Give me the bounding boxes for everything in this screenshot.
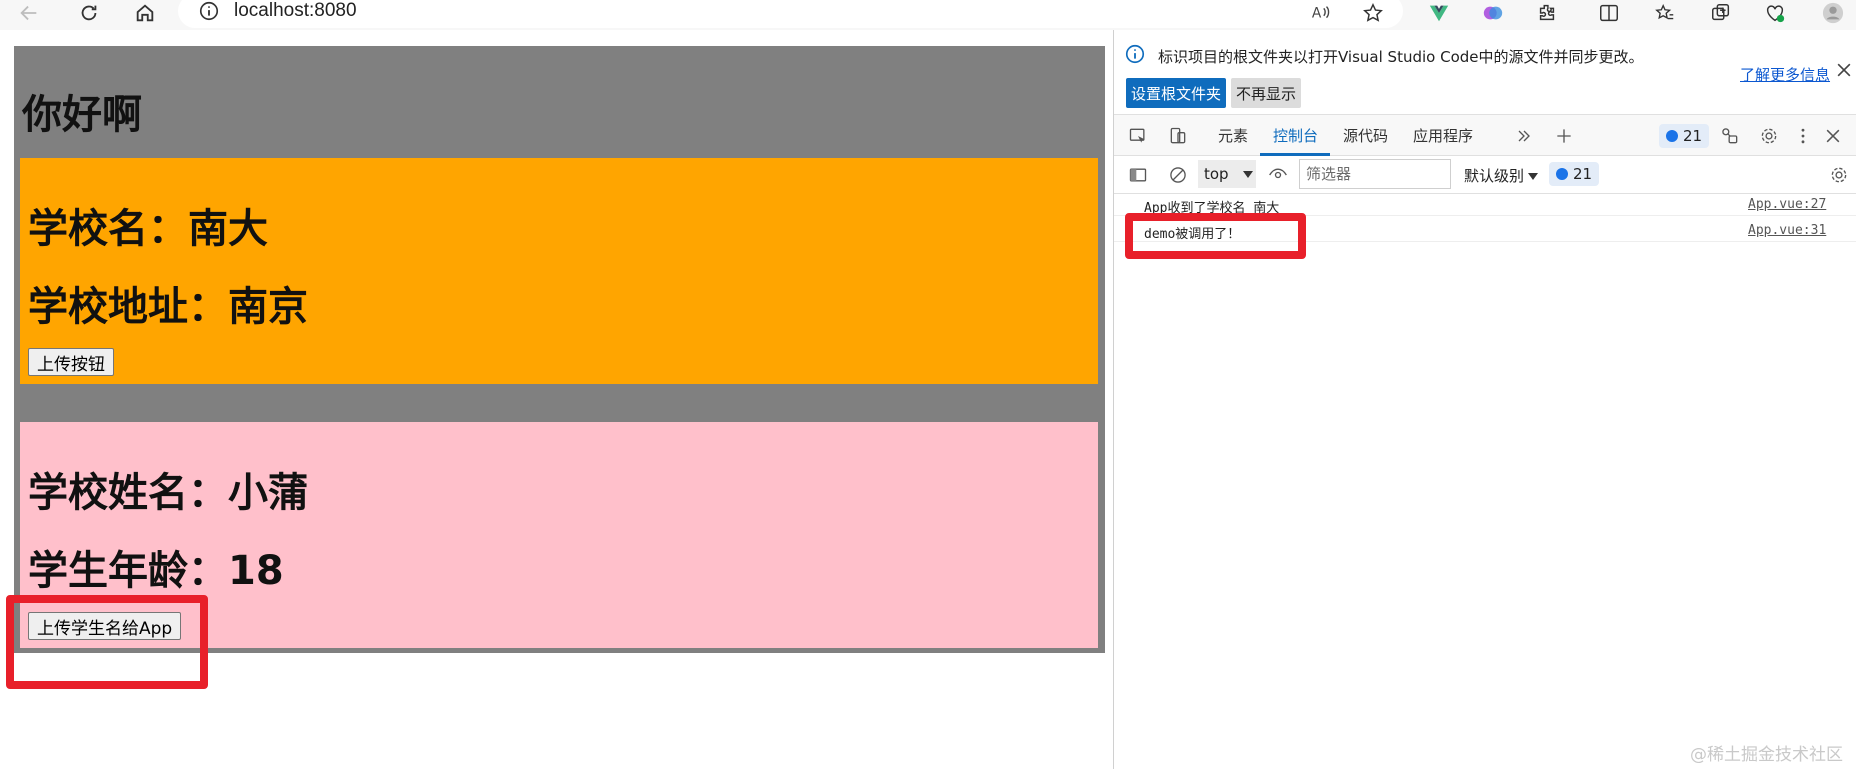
close-devtools-icon[interactable] (1821, 124, 1845, 148)
tab-application[interactable]: 应用程序 (1413, 125, 1473, 146)
tab-sources[interactable]: 源代码 (1343, 125, 1388, 146)
console-toolbar: top 默认级别 21 (1114, 156, 1856, 194)
devtools-info-bar: 标识项目的根文件夹以打开Visual Studio Code中的源文件并同步更改… (1114, 30, 1856, 114)
context-select[interactable]: top (1198, 160, 1256, 188)
close-icon[interactable] (1834, 60, 1854, 80)
split-screen-icon[interactable] (1594, 0, 1624, 26)
school-address: 学校地址：南京 (28, 284, 308, 330)
log-level-value: 默认级别 (1464, 167, 1525, 185)
more-options-icon[interactable] (1791, 124, 1815, 148)
app-root: 你好啊 学校名：南大 学校地址：南京 上传按钮 学校姓名：小蒲 学生年龄：18 … (14, 46, 1105, 653)
tab-console[interactable]: 控制台 (1273, 125, 1318, 146)
console-settings-icon[interactable] (1827, 163, 1851, 187)
log-source-link[interactable]: App.vue:31 (1748, 223, 1826, 238)
annotation-highlight-button (6, 595, 208, 689)
tab-elements[interactable]: 元素 (1218, 125, 1248, 146)
log-source-link[interactable]: App.vue:27 (1748, 197, 1826, 212)
settings-icon[interactable] (1757, 124, 1781, 148)
console-message-count-badge[interactable]: 21 (1549, 162, 1600, 186)
url-text[interactable]: localhost:8080 (234, 0, 357, 22)
filter-input[interactable] (1299, 159, 1451, 189)
student-name: 学校姓名：小蒲 (28, 470, 308, 516)
issues-badge[interactable]: 21 (1659, 124, 1710, 148)
address-bar[interactable]: localhost:8080 (178, 0, 1403, 28)
dont-show-again-button[interactable]: 不再显示 (1231, 78, 1302, 108)
set-root-folder-button[interactable]: 设置根文件夹 (1126, 78, 1227, 108)
extensions-icon[interactable] (1532, 0, 1562, 26)
copilot-icon[interactable] (1478, 0, 1508, 26)
more-tabs-icon[interactable] (1512, 124, 1536, 148)
info-icon[interactable] (198, 0, 220, 22)
student-age: 学生年龄：18 (28, 548, 284, 594)
clear-console-icon[interactable] (1166, 163, 1190, 187)
chevron-down-icon (1242, 170, 1253, 178)
page-title: 你好啊 (22, 92, 142, 138)
favorite-star-icon[interactable] (1358, 0, 1388, 26)
context-value: top (1204, 165, 1229, 183)
collections-icon[interactable] (1706, 0, 1736, 26)
reload-icon[interactable] (72, 0, 106, 26)
read-aloud-icon[interactable]: A (1306, 0, 1336, 26)
browser-toolbar: localhost:8080 A (0, 0, 1856, 30)
live-expression-eye-icon[interactable] (1266, 163, 1290, 187)
sidebar-toggle-icon[interactable] (1126, 163, 1150, 187)
home-icon[interactable] (128, 0, 162, 26)
profile-avatar-icon[interactable] (1818, 0, 1848, 26)
upload-button[interactable]: 上传按钮 (28, 348, 114, 376)
message-icon (1556, 168, 1568, 180)
add-tab-icon[interactable] (1552, 124, 1576, 148)
favorites-icon[interactable] (1650, 0, 1680, 26)
inspect-element-icon[interactable] (1126, 124, 1150, 148)
device-emulation-icon[interactable] (1166, 124, 1190, 148)
issue-count: 21 (1683, 127, 1703, 145)
info-message: 标识项目的根文件夹以打开Visual Studio Code中的源文件并同步更改… (1158, 48, 1644, 66)
log-level-select[interactable]: 默认级别 (1464, 165, 1539, 186)
devtools-tab-bar: 元素 控制台 源代码 应用程序 21 (1114, 114, 1856, 156)
chevron-down-icon (1528, 173, 1539, 180)
learn-more-link[interactable]: 了解更多信息 (1740, 64, 1830, 85)
school-component: 学校名：南大 学校地址：南京 上传按钮 (20, 158, 1098, 384)
vue-devtools-icon[interactable] (1424, 0, 1454, 26)
message-icon (1666, 130, 1678, 142)
school-name: 学校名：南大 (28, 206, 268, 252)
svg-text:A: A (1312, 6, 1322, 22)
network-console-icon[interactable] (1718, 124, 1742, 148)
annotation-highlight-log (1125, 213, 1306, 259)
back-icon[interactable] (12, 0, 46, 26)
page-viewport: 你好啊 学校名：南大 学校地址：南京 上传按钮 学校姓名：小蒲 学生年龄：18 … (0, 30, 1113, 769)
browser-essentials-icon[interactable] (1760, 0, 1790, 26)
message-count: 21 (1573, 165, 1593, 183)
devtools-panel: 标识项目的根文件夹以打开Visual Studio Code中的源文件并同步更改… (1113, 30, 1856, 769)
info-icon (1125, 44, 1145, 64)
watermark: @稀土掘金技术社区 (1690, 745, 1843, 765)
